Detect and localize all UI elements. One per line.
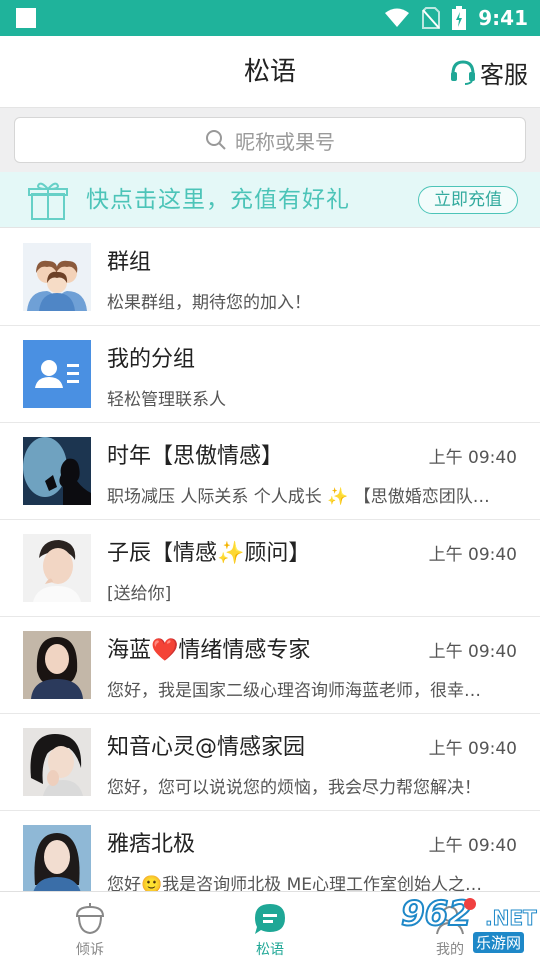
conversation-name: 时年【思傲情感】 [107,444,284,469]
search-input[interactable]: 昵称或果号 [14,117,526,163]
no-sim-icon [422,7,441,29]
watermark-number: 962 [400,893,473,935]
headset-icon [451,60,475,85]
recharge-button[interactable]: 立即充值 [418,186,518,214]
notification-icon [16,8,36,28]
conversation-time: 上午 09:40 [428,642,517,662]
conversation-time: 上午 09:40 [428,448,517,468]
search-bar: 昵称或果号 [0,108,540,172]
conversation-time: 上午 09:40 [428,545,517,565]
list-item[interactable]: 时年【思傲情感】 职场减压 人际关系 个人成长 ✨ 【思傲婚恋团队… 上午 09… [0,423,540,520]
search-icon [206,130,226,150]
avatar [23,534,91,602]
search-placeholder: 昵称或果号 [235,129,335,154]
list-item[interactable]: 群组 松果群组，期待您的加入！ [0,229,540,326]
tab-label: 松语 [256,942,284,958]
list-item[interactable]: 雅痞北极 您好🙂我是咨询师北极 ME心理工作室创始人之… 上午 09:40 [0,811,540,891]
tab-label: 倾诉 [76,942,104,958]
app-header: 松语 客服 [0,36,540,108]
watermark-subtitle: 乐游网 [473,932,525,953]
tab-messages[interactable]: 松语 [220,892,320,961]
conversation-time: 上午 09:40 [428,739,517,759]
conversation-message: 松果群组，期待您的加入！ [107,293,311,313]
conversation-message: 您好，您可以说说您的烦恼，我会尽力帮您解决！ [107,778,481,798]
banner-text: 快点击这里，充值有好礼 [86,187,350,213]
notification-dot [464,898,476,910]
conversation-message: 您好🙂我是咨询师北极 ME心理工作室创始人之… [107,875,482,891]
conversation-message: 轻松管理联系人 [107,390,226,410]
conversation-message: 职场减压 人际关系 个人成长 ✨ 【思傲婚恋团队… [107,487,490,507]
avatar [23,631,91,699]
list-item[interactable]: 海蓝❤️情绪情感专家 您好，我是国家二级心理咨询师海蓝老师，很幸… 上午 09:… [0,617,540,714]
contacts-icon [23,340,91,408]
conversation-name: 雅痞北极 [107,832,196,857]
list-item[interactable]: 我的分组 轻松管理联系人 [0,326,540,423]
avatar [23,728,91,796]
status-time: 9:41 [478,6,528,30]
list-item[interactable]: 知音心灵@情感家园 您好，您可以说说您的烦恼，我会尽力帮您解决！ 上午 09:4… [0,714,540,811]
chat-bubble-icon [255,904,285,934]
recharge-banner[interactable]: 快点击这里，充值有好礼 立即充值 [0,172,540,228]
conversation-name: 子辰【情感✨顾问】 [107,541,311,566]
watermark-suffix: .NET [485,906,538,931]
conversation-time: 上午 09:40 [428,836,517,856]
watermark-logo: 962 .NET 乐游网 [400,893,538,956]
customer-service-label: 客服 [480,60,528,89]
conversation-list: 群组 松果群组，期待您的加入！ 我的分组 轻松管理联系人 时年【思傲情感】 职场… [0,229,540,891]
conversation-name: 我的分组 [107,347,196,372]
battery-icon [452,6,467,30]
conversation-name: 海蓝❤️情绪情感专家 [107,638,311,663]
avatar [23,437,91,505]
list-item[interactable]: 子辰【情感✨顾问】 [送给你] 上午 09:40 [0,520,540,617]
status-bar: 9:41 [0,0,540,36]
conversation-message: [送给你] [107,584,172,604]
group-avatar [23,243,91,311]
conversation-name: 知音心灵@情感家园 [107,735,306,760]
wifi-icon [385,8,410,27]
tab-confide[interactable]: 倾诉 [40,892,140,961]
conversation-message: 您好，我是国家二级心理咨询师海蓝老师，很幸… [107,681,481,701]
acorn-icon [75,903,105,935]
gift-icon [28,182,68,220]
avatar [23,825,91,891]
conversation-name: 群组 [107,250,152,275]
customer-service-button[interactable]: 客服 [450,36,528,108]
